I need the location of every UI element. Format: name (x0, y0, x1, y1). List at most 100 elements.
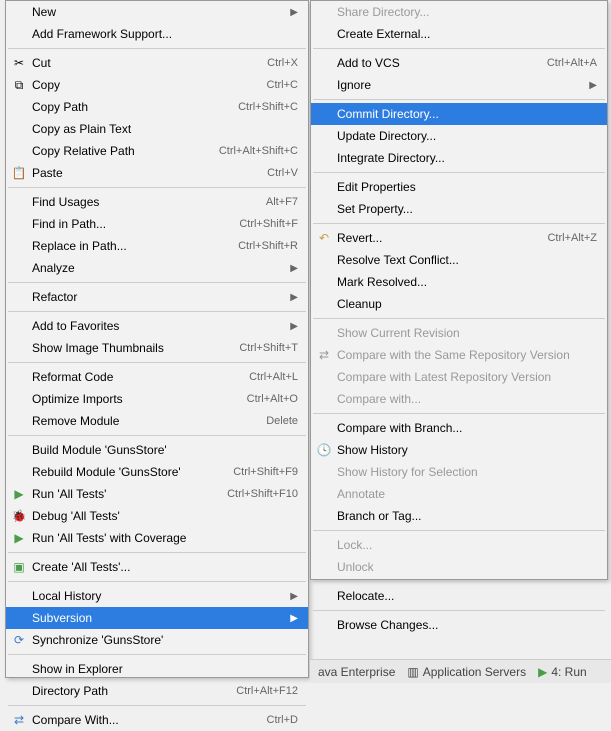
menu-item-copy-path[interactable]: Copy PathCtrl+Shift+C (6, 96, 308, 118)
menu-item-edit-properties[interactable]: Edit Properties (311, 176, 607, 198)
menu-item-share-directory: Share Directory... (311, 1, 607, 23)
menu-item-commit-directory[interactable]: Commit Directory... (311, 103, 607, 125)
menu-item-unlock: Unlock (311, 556, 607, 578)
compare-icon: ⇄ (11, 712, 27, 728)
separator (313, 48, 605, 49)
menu-item-run-all[interactable]: ▶Run 'All Tests'Ctrl+Shift+F10 (6, 483, 308, 505)
menu-item-subversion[interactable]: Subversion▶ (6, 607, 308, 629)
menu-item-compare-same: ⇄Compare with the Same Repository Versio… (311, 344, 607, 366)
menu-item-cut[interactable]: ✂CutCtrl+X (6, 52, 308, 74)
menu-item-annotate: Annotate (311, 483, 607, 505)
paste-icon: 📋 (11, 165, 27, 181)
menu-item-refactor[interactable]: Refactor▶ (6, 286, 308, 308)
menu-item-copy-plain[interactable]: Copy as Plain Text (6, 118, 308, 140)
menu-item-browse-changes[interactable]: Browse Changes... (311, 614, 607, 636)
toolbar-app-servers[interactable]: ▥Application Servers (407, 665, 526, 679)
menu-item-favorites[interactable]: Add to Favorites▶ (6, 315, 308, 337)
menu-item-update-directory[interactable]: Update Directory... (311, 125, 607, 147)
menu-item-reformat[interactable]: Reformat CodeCtrl+Alt+L (6, 366, 308, 388)
menu-item-copy[interactable]: ⧉CopyCtrl+C (6, 74, 308, 96)
submenu-arrow-icon: ▶ (290, 591, 298, 602)
menu-item-optimize[interactable]: Optimize ImportsCtrl+Alt+O (6, 388, 308, 410)
separator (313, 610, 605, 611)
compare-icon: ⇄ (316, 347, 332, 363)
submenu-arrow-icon: ▶ (290, 263, 298, 274)
menu-item-paste[interactable]: 📋PasteCtrl+V (6, 162, 308, 184)
server-icon: ▥ (407, 665, 418, 679)
menu-item-ignore[interactable]: Ignore▶ (311, 74, 607, 96)
menu-item-synchronize[interactable]: ⟳Synchronize 'GunsStore' (6, 629, 308, 651)
menu-item-directory-path[interactable]: Directory PathCtrl+Alt+F12 (6, 680, 308, 702)
separator (313, 530, 605, 531)
menu-item-thumbnails[interactable]: Show Image ThumbnailsCtrl+Shift+T (6, 337, 308, 359)
menu-item-compare-with[interactable]: ⇄Compare With...Ctrl+D (6, 709, 308, 731)
menu-item-replace-in-path[interactable]: Replace in Path...Ctrl+Shift+R (6, 235, 308, 257)
separator (8, 311, 306, 312)
menu-item-build-module[interactable]: Build Module 'GunsStore' (6, 439, 308, 461)
toolbar-run[interactable]: ▶4: Run (538, 665, 587, 679)
menu-item-find-usages[interactable]: Find UsagesAlt+F7 (6, 191, 308, 213)
separator (8, 552, 306, 553)
run-icon: ▶ (11, 486, 27, 502)
menu-item-debug-all[interactable]: 🐞Debug 'All Tests' (6, 505, 308, 527)
submenu-arrow-icon: ▶ (589, 80, 597, 91)
menu-item-create-external[interactable]: Create External... (311, 23, 607, 45)
coverage-icon: ▶ (11, 530, 27, 546)
submenu-subversion: Share Directory... Create External... Ad… (310, 0, 608, 580)
menu-item-show-explorer[interactable]: Show in Explorer (6, 658, 308, 680)
history-icon: 🕓 (316, 442, 332, 458)
menu-item-cleanup[interactable]: Cleanup (311, 293, 607, 315)
separator (8, 362, 306, 363)
separator (313, 223, 605, 224)
toolbar-java-enterprise[interactable]: ava Enterprise (318, 665, 395, 679)
separator (8, 187, 306, 188)
menu-item-branch-tag[interactable]: Branch or Tag... (311, 505, 607, 527)
sync-icon: ⟳ (11, 632, 27, 648)
context-menu-left: New▶ Add Framework Support... ✂CutCtrl+X… (5, 0, 309, 678)
revert-icon: ↶ (316, 230, 332, 246)
menu-item-mark-resolved[interactable]: Mark Resolved... (311, 271, 607, 293)
menu-item-compare-latest: Compare with Latest Repository Version (311, 366, 607, 388)
menu-item-remove-module[interactable]: Remove ModuleDelete (6, 410, 308, 432)
menu-item-add-framework[interactable]: Add Framework Support... (6, 23, 308, 45)
menu-item-show-history-selection: Show History for Selection (311, 461, 607, 483)
separator (8, 654, 306, 655)
menu-item-revert[interactable]: ↶Revert...Ctrl+Alt+Z (311, 227, 607, 249)
separator (8, 48, 306, 49)
menu-item-new[interactable]: New▶ (6, 1, 308, 23)
menu-item-find-in-path[interactable]: Find in Path...Ctrl+Shift+F (6, 213, 308, 235)
separator (313, 581, 605, 582)
menu-item-local-history[interactable]: Local History▶ (6, 585, 308, 607)
menu-item-add-vcs[interactable]: Add to VCSCtrl+Alt+A (311, 52, 607, 74)
menu-item-integrate-directory[interactable]: Integrate Directory... (311, 147, 607, 169)
menu-item-create-all[interactable]: ▣Create 'All Tests'... (6, 556, 308, 578)
separator (8, 581, 306, 582)
separator (8, 282, 306, 283)
menu-item-rebuild-module[interactable]: Rebuild Module 'GunsStore'Ctrl+Shift+F9 (6, 461, 308, 483)
scissors-icon: ✂ (11, 55, 27, 71)
copy-icon: ⧉ (11, 77, 27, 93)
menu-item-analyze[interactable]: Analyze▶ (6, 257, 308, 279)
create-run-icon: ▣ (11, 559, 27, 575)
menu-item-show-current-revision: Show Current Revision (311, 322, 607, 344)
menu-item-run-coverage[interactable]: ▶Run 'All Tests' with Coverage (6, 527, 308, 549)
menu-item-compare-branch[interactable]: Compare with Branch... (311, 417, 607, 439)
submenu-arrow-icon: ▶ (290, 7, 298, 18)
menu-item-show-history[interactable]: 🕓Show History (311, 439, 607, 461)
submenu-arrow-icon: ▶ (290, 292, 298, 303)
bottom-toolbar: ava Enterprise ▥Application Servers ▶4: … (310, 659, 611, 683)
submenu-arrow-icon: ▶ (290, 321, 298, 332)
menu-item-lock: Lock... (311, 534, 607, 556)
menu-item-copy-relative[interactable]: Copy Relative PathCtrl+Alt+Shift+C (6, 140, 308, 162)
separator (8, 435, 306, 436)
separator (313, 172, 605, 173)
menu-item-relocate[interactable]: Relocate... (311, 585, 607, 607)
menu-item-compare-with-rev: Compare with... (311, 388, 607, 410)
menu-item-resolve-conflict[interactable]: Resolve Text Conflict... (311, 249, 607, 271)
separator (313, 318, 605, 319)
separator (8, 705, 306, 706)
menu-item-set-property[interactable]: Set Property... (311, 198, 607, 220)
run-icon: ▶ (538, 665, 547, 679)
submenu-arrow-icon: ▶ (290, 613, 298, 624)
separator (313, 99, 605, 100)
